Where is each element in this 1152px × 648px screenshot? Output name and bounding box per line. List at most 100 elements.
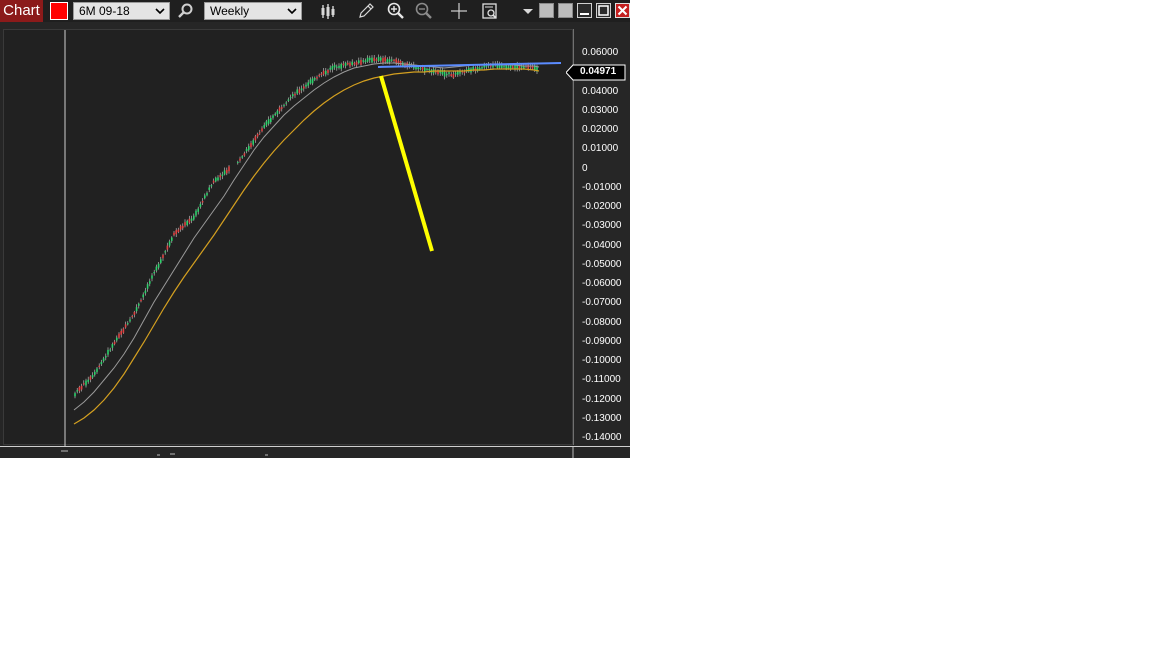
candle-body (144, 290, 147, 294)
bar-style-icon[interactable] (318, 1, 338, 21)
candle-body (184, 222, 186, 226)
candle-body (336, 66, 338, 68)
crosshair-icon[interactable] (449, 1, 469, 21)
candle-body (76, 390, 78, 392)
candle-body (415, 67, 417, 70)
price-axis-label: -0.05000 (582, 258, 622, 270)
candle-body (340, 64, 342, 69)
candle-body (382, 58, 384, 63)
candle-body (386, 59, 389, 63)
candle-body (208, 187, 210, 190)
period-selector[interactable]: Weekly (204, 2, 302, 20)
price-axis-label: -0.04000 (582, 239, 622, 251)
maximize-icon[interactable] (596, 3, 611, 18)
candle-body (476, 67, 479, 72)
color-swatch[interactable] (50, 2, 68, 20)
close-icon[interactable] (615, 3, 630, 18)
chart-panel[interactable] (3, 29, 573, 446)
candle-body (448, 72, 450, 74)
candle-body (322, 70, 325, 75)
candle-body (428, 68, 430, 71)
candle-body (153, 272, 155, 274)
candle-body (300, 88, 303, 91)
price-axis-label: -0.03000 (582, 220, 622, 232)
candle-body (318, 74, 320, 77)
candle-body (329, 67, 331, 70)
candle-body (417, 67, 419, 70)
candle-body (197, 208, 199, 212)
candle-body (138, 303, 140, 306)
candle-body (146, 284, 149, 289)
candle-body (454, 72, 457, 75)
candle-body (228, 166, 230, 172)
candle-body (201, 200, 204, 203)
pencil-icon[interactable] (356, 1, 376, 21)
time-axis (0, 446, 630, 458)
minimize-icon[interactable] (577, 3, 592, 18)
properties-icon[interactable] (480, 1, 500, 21)
candle-body (503, 66, 505, 68)
candle-body (239, 158, 241, 161)
tile-icon[interactable] (539, 3, 554, 18)
tile-icon-2[interactable] (558, 3, 573, 18)
price-axis: 0.060000.050000.040000.030000.020000.010… (573, 29, 630, 445)
candle-body (481, 67, 483, 69)
candle-body (105, 355, 107, 358)
candle-body (331, 65, 334, 70)
candle-body (285, 102, 287, 104)
candle-body (168, 241, 171, 246)
candle-body (186, 220, 188, 226)
candle-body (287, 99, 290, 101)
candle-body (94, 371, 96, 375)
candle-body (221, 174, 224, 177)
candle-body (267, 119, 270, 124)
candle-body (243, 153, 246, 156)
candle-body (215, 177, 217, 182)
candle-body (358, 60, 360, 64)
candle-body (118, 333, 120, 338)
candle-body (74, 393, 76, 397)
yellow-annotation-line (379, 75, 434, 252)
dropdown-icon[interactable] (518, 1, 538, 21)
candle-body (252, 140, 254, 145)
candle-body (131, 315, 133, 317)
candle-body (278, 107, 281, 112)
candle-body (80, 385, 83, 390)
search-icon[interactable] (176, 1, 196, 21)
price-axis-label: -0.01000 (582, 181, 622, 193)
zoom-out-icon[interactable] (414, 1, 434, 21)
last-price-marker: 0.04971 (566, 64, 626, 81)
candle-body (175, 230, 177, 235)
instrument-selector[interactable]: 6M 09-18 (73, 2, 170, 20)
candle-body (124, 324, 127, 328)
candle-body (199, 203, 202, 207)
candle-body (166, 245, 169, 250)
price-chart (64, 30, 562, 446)
candle-body (485, 65, 488, 68)
candle-body (307, 82, 309, 86)
candle-body (245, 148, 248, 152)
candle-body (380, 57, 382, 61)
candle-body (443, 71, 446, 77)
zoom-in-icon[interactable] (386, 1, 406, 21)
price-axis-label: -0.02000 (582, 201, 622, 212)
candle-body (135, 307, 138, 312)
moving-average-slow (73, 68, 540, 425)
candle-body (419, 67, 422, 69)
candle-body (512, 66, 514, 69)
candle-body (241, 156, 243, 158)
candle-body (344, 62, 347, 66)
candle-body (127, 323, 129, 325)
candle-body (83, 383, 85, 385)
candle-body (355, 61, 358, 66)
candle-body (294, 93, 296, 96)
price-axis-label: 0.01000 (582, 143, 619, 155)
candle-body (164, 251, 166, 253)
candle-body (452, 73, 455, 78)
chart-window: Chart 6M 09-18 Weekly 0.06000 0.04000 0.… (0, 0, 630, 458)
candle-body (157, 263, 160, 268)
candle-body (259, 132, 261, 134)
candle-body (353, 62, 356, 65)
candle-body (219, 175, 221, 178)
price-axis-label: 0.03000 (582, 104, 619, 116)
